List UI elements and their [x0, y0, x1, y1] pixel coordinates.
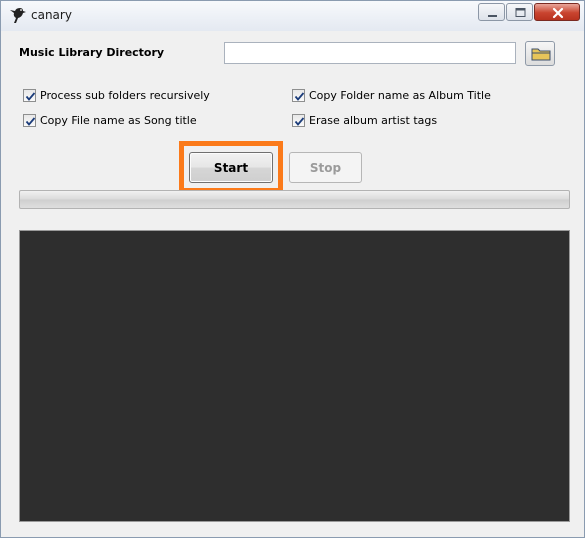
close-icon: [552, 7, 564, 19]
checkbox-label: Erase album artist tags: [309, 113, 438, 127]
minimize-button[interactable]: [478, 3, 505, 21]
canary-bird-icon: [9, 6, 27, 26]
music-library-label: Music Library Directory: [19, 46, 165, 59]
checkmark-icon: [25, 116, 36, 126]
option-process-subfolders[interactable]: Process sub folders recursively: [23, 87, 210, 103]
checkbox[interactable]: [292, 88, 305, 102]
checkbox-label: Process sub folders recursively: [40, 88, 210, 102]
minimize-icon: [488, 15, 497, 17]
folder-icon: [531, 48, 551, 61]
browse-folder-button[interactable]: [525, 41, 555, 66]
log-output[interactable]: [19, 230, 570, 522]
main-panel: Music Library Directory Process sub fold…: [8, 31, 579, 532]
maximize-icon: [515, 8, 526, 17]
window-title: canary: [31, 8, 72, 22]
checkbox-label: Copy File name as Song title: [40, 113, 197, 127]
progress-bar: [19, 190, 570, 209]
music-library-input[interactable]: [224, 42, 516, 64]
start-button[interactable]: Start: [189, 152, 273, 183]
app-window: canary Music Library Directory Process s…: [0, 0, 585, 538]
option-erase-album-artist[interactable]: Erase album artist tags: [292, 112, 437, 128]
option-copy-folder-name[interactable]: Copy Folder name as Album Title: [292, 87, 491, 103]
stop-button[interactable]: Stop: [289, 152, 362, 183]
checkmark-icon: [25, 91, 36, 101]
checkmark-icon: [294, 116, 305, 126]
option-copy-file-name[interactable]: Copy File name as Song title: [23, 112, 197, 128]
checkbox[interactable]: [23, 113, 36, 127]
checkbox[interactable]: [292, 113, 305, 127]
title-bar[interactable]: canary: [1, 1, 584, 31]
close-button[interactable]: [534, 3, 580, 21]
checkbox[interactable]: [23, 88, 36, 102]
checkbox-label: Copy Folder name as Album Title: [309, 88, 491, 102]
checkmark-icon: [294, 91, 305, 101]
maximize-button[interactable]: [506, 3, 533, 21]
